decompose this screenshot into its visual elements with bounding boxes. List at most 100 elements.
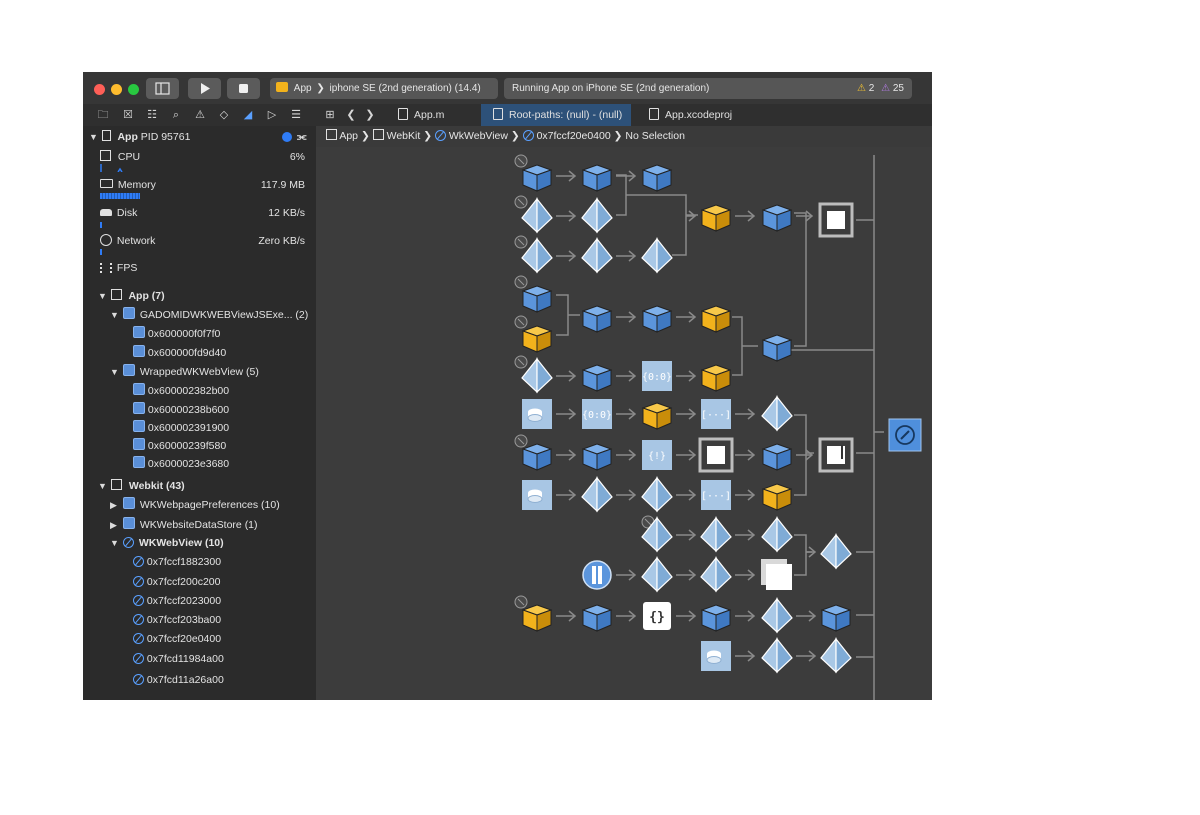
object-node-cube[interactable]	[581, 305, 613, 333]
instance-row[interactable]: 0x600002382b00	[133, 382, 229, 400]
instance-row[interactable]: 0x7fcd11a26a00	[133, 671, 224, 689]
search-icon[interactable]: ⌕	[169, 107, 183, 123]
object-node-cube[interactable]	[641, 164, 673, 192]
class-wkwebsitedatastore[interactable]: ▶ WKWebsiteDataStore (1)	[110, 516, 258, 534]
instance-row[interactable]: 0x7fccf200c200	[133, 573, 220, 591]
object-node-data[interactable]	[701, 641, 731, 671]
instance-row[interactable]: 0x7fcd11984a00	[133, 650, 224, 668]
report-icon[interactable]: ☰	[289, 107, 303, 123]
class-wrappedwkwebview[interactable]: ▼ WrappedWKWebView (5)	[110, 363, 259, 381]
instance-row[interactable]: 0x7fccf1882300	[133, 553, 221, 571]
grid-icon[interactable]: ⊞	[323, 107, 337, 123]
object-node-diamond[interactable]	[761, 395, 793, 432]
breadcrumb-item-webkit[interactable]: WebKit	[372, 129, 424, 142]
object-node-dictionary[interactable]: {}	[643, 602, 671, 630]
object-node-diamond[interactable]	[581, 476, 613, 513]
scheme-selector[interactable]: App ❯ iphone SE (2nd generation) (14.4)	[270, 78, 498, 99]
group-app[interactable]: ▼ App (7)	[98, 287, 165, 305]
object-node-cube[interactable]	[581, 604, 613, 632]
stop-button[interactable]	[227, 78, 260, 99]
minimize-window-button[interactable]	[111, 84, 122, 95]
record-icon[interactable]	[282, 132, 292, 142]
object-node-diamond[interactable]	[581, 237, 613, 274]
source-control-icon[interactable]: ☒	[121, 107, 135, 123]
object-node-collection[interactable]: {0:0}	[642, 361, 672, 391]
object-node-cube[interactable]	[761, 204, 793, 232]
issue-navigator-icon[interactable]: ⚠	[193, 107, 207, 123]
object-node-cube[interactable]	[521, 164, 553, 192]
folder-icon[interactable]: 🗀	[96, 107, 110, 123]
object-node-yellow-cube[interactable]	[700, 305, 732, 333]
weak-reference-badge[interactable]	[514, 315, 528, 329]
object-node-cube[interactable]	[581, 364, 613, 392]
object-node-diamond[interactable]	[641, 476, 673, 513]
instance-row[interactable]: 0x7fccf2023000	[133, 592, 221, 610]
tab-root-paths[interactable]: Root-paths: (null) - (null)	[481, 104, 631, 126]
object-node-cube[interactable]	[820, 604, 852, 632]
object-node-cube[interactable]	[521, 285, 553, 313]
instance-row[interactable]: 0x600000fd9d40	[133, 344, 226, 362]
class-wkwebpagepreferences[interactable]: ▶ WKWebpagePreferences (10)	[110, 496, 280, 514]
object-node-collection[interactable]: {0:0}	[582, 399, 612, 429]
object-node-view[interactable]	[698, 437, 734, 473]
object-node-yellow-cube[interactable]	[700, 364, 732, 392]
memory-graph-icon[interactable]: ⫘	[297, 128, 306, 146]
instance-row[interactable]: 0x600002391900	[133, 419, 229, 437]
object-node-collection[interactable]: {!}	[642, 440, 672, 470]
debug-icon[interactable]: ◢	[241, 107, 255, 123]
tab-app-xcodeproj[interactable]: App.xcodeproj	[649, 104, 769, 126]
object-node-data[interactable]	[522, 399, 552, 429]
instance-row[interactable]: 0x600000f0f7f0	[133, 325, 220, 343]
object-node-diamond[interactable]	[641, 556, 673, 593]
zoom-window-button[interactable]	[128, 84, 139, 95]
gauge-fps[interactable]: FPS	[100, 259, 305, 277]
instance-row[interactable]: 0x7fccf20e0400	[133, 630, 221, 648]
breakpoint-icon[interactable]: ▷	[265, 107, 279, 123]
weak-reference-badge[interactable]	[514, 434, 528, 448]
root-safari-node[interactable]	[888, 418, 922, 452]
instance-row[interactable]: 0x60000239f580	[133, 437, 226, 455]
breadcrumb-item-instance[interactable]: 0x7fccf20e0400	[522, 130, 614, 142]
object-node-yellow-cube[interactable]	[641, 402, 673, 430]
object-node-view[interactable]	[818, 437, 854, 473]
weak-reference-badge[interactable]	[514, 235, 528, 249]
object-node-data[interactable]	[522, 480, 552, 510]
object-node-yellow-cube[interactable]	[761, 483, 793, 511]
object-node-view[interactable]	[818, 202, 854, 238]
forward-icon[interactable]: ❯	[363, 107, 377, 123]
object-node-diamond[interactable]	[581, 197, 613, 234]
object-node-diamond[interactable]	[761, 637, 793, 674]
weak-reference-badge[interactable]	[514, 355, 528, 369]
instance-row[interactable]: 0x7fccf203ba00	[133, 611, 221, 629]
object-node-cube[interactable]	[761, 334, 793, 362]
object-node-diamond[interactable]	[700, 516, 732, 553]
object-node-cube[interactable]	[521, 443, 553, 471]
object-node-yellow-cube[interactable]	[521, 604, 553, 632]
process-row[interactable]: ▼ App PID 95761 ⫘	[89, 128, 309, 146]
object-node-cube[interactable]	[641, 305, 673, 333]
close-window-button[interactable]	[94, 84, 105, 95]
class-gadomid[interactable]: ▼ GADOMIDWKWEBViewJSExe... (2)	[110, 306, 308, 324]
instance-row[interactable]: 0x6000023e3680	[133, 455, 229, 473]
object-node-cube[interactable]	[581, 164, 613, 192]
object-node-cube[interactable]	[700, 604, 732, 632]
object-node-cube[interactable]	[761, 443, 793, 471]
back-icon[interactable]: ❮	[344, 107, 358, 123]
gauge-disk[interactable]: Disk 12 KB/s	[100, 204, 305, 222]
weak-reference-badge[interactable]	[514, 275, 528, 289]
test-icon[interactable]: ◇	[217, 107, 231, 123]
object-node-diamond[interactable]	[700, 556, 732, 593]
weak-reference-badge[interactable]	[514, 195, 528, 209]
memory-graph-canvas[interactable]: {0:0} {0:0} [···] {!} [···] {}	[316, 147, 932, 700]
weak-reference-badge[interactable]	[514, 595, 528, 609]
weak-reference-badge[interactable]	[514, 154, 528, 168]
breadcrumb-item-app[interactable]: App	[326, 129, 361, 142]
object-node-collection[interactable]: [···]	[701, 399, 731, 429]
gauge-memory[interactable]: Memory 117.9 MB	[100, 176, 305, 194]
object-node-stack[interactable]	[582, 560, 612, 590]
object-node-diamond[interactable]	[820, 533, 852, 570]
object-node-yellow-cube[interactable]	[521, 325, 553, 353]
object-node-layer[interactable]	[761, 559, 792, 590]
toggle-navigator-button[interactable]	[146, 78, 179, 99]
object-node-diamond[interactable]	[820, 637, 852, 674]
